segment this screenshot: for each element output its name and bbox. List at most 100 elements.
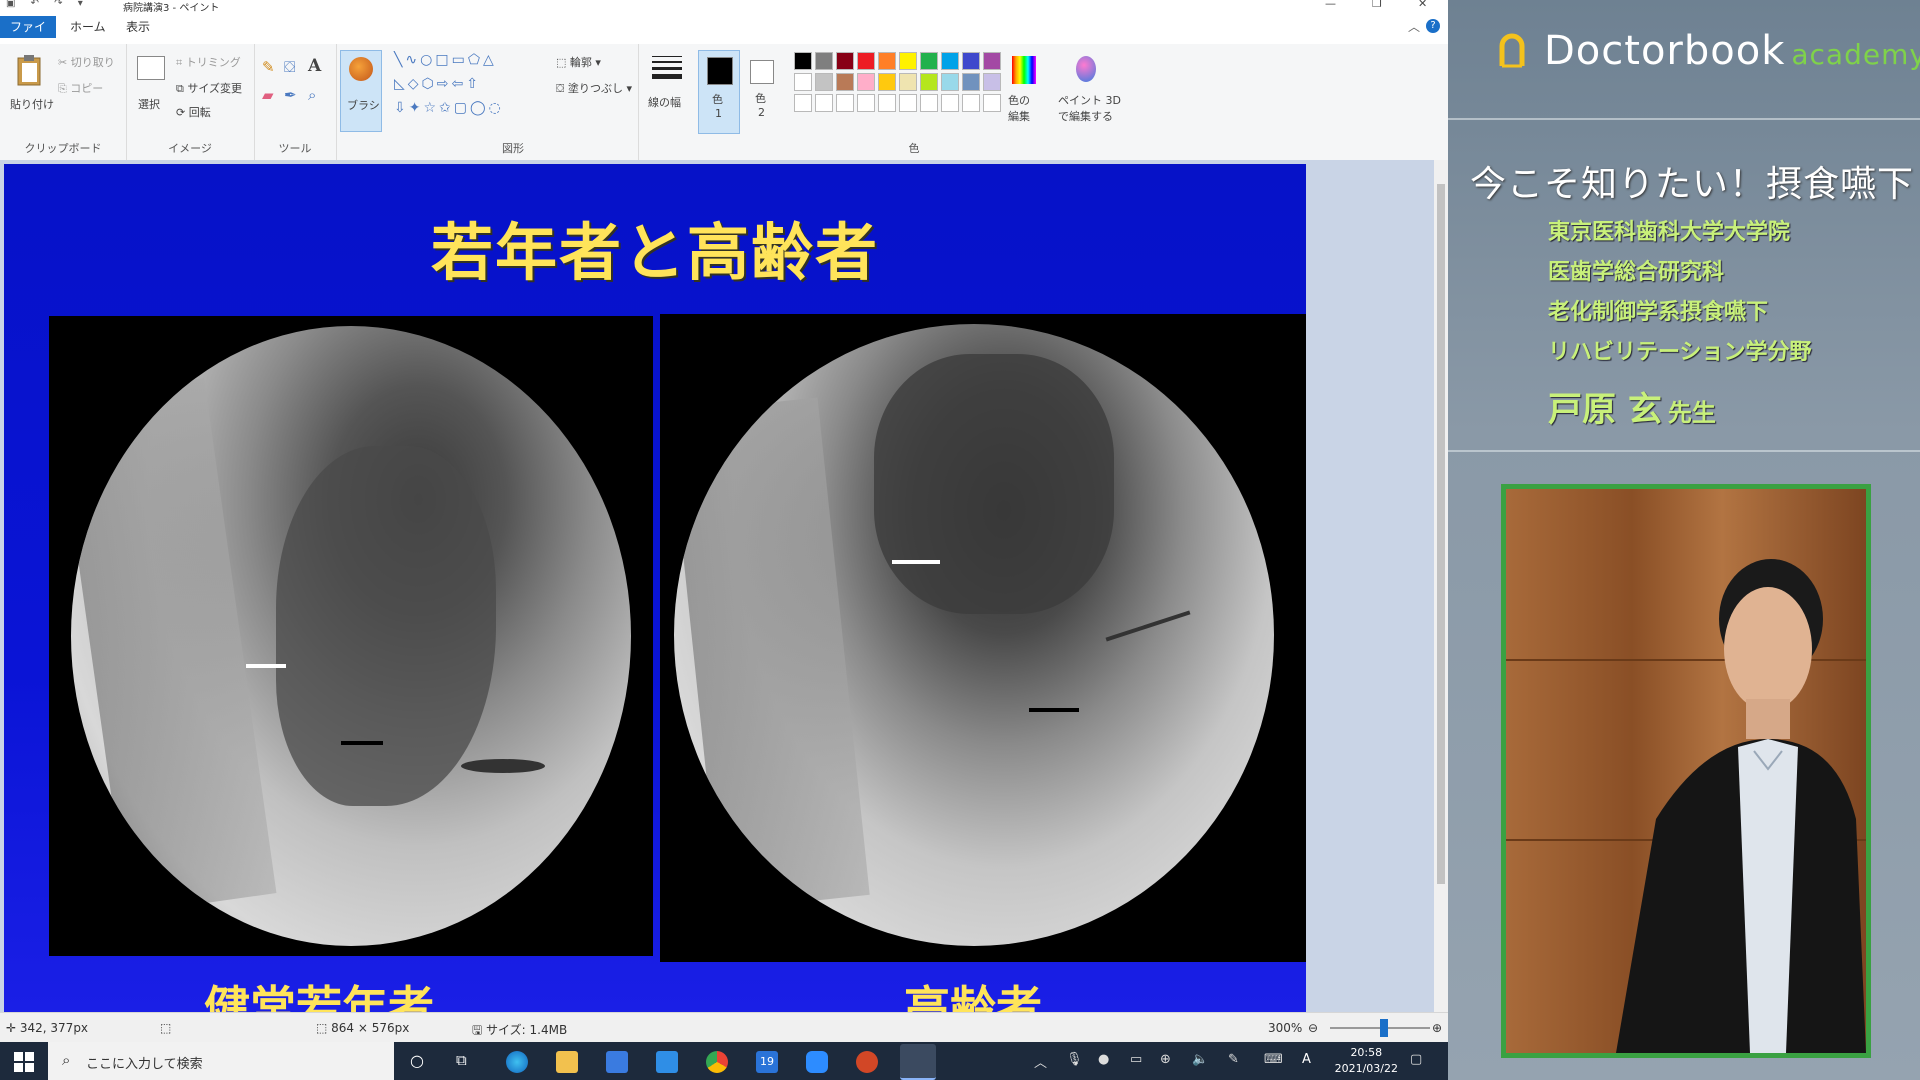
zoom-slider-thumb[interactable] <box>1380 1019 1388 1037</box>
ime-indicator[interactable]: A <box>1302 1052 1311 1067</box>
close-icon[interactable]: ✕ <box>1418 0 1427 10</box>
mic-icon[interactable]: 🎙 <box>1066 1052 1083 1067</box>
palette-swatch[interactable] <box>920 52 938 70</box>
palette-swatch[interactable] <box>899 52 917 70</box>
help-icon[interactable]: ? <box>1426 19 1440 33</box>
magnifier-icon[interactable]: ⌕ <box>308 86 316 104</box>
edit-colors-button[interactable]: 色の 編集 <box>1004 54 1044 134</box>
edit-colors-label-2: 編集 <box>1008 110 1030 123</box>
notification-icon[interactable]: ▢ <box>1410 1052 1422 1067</box>
resize-button[interactable]: ⧉ サイズ変更 <box>176 80 242 96</box>
palette-swatch[interactable] <box>857 52 875 70</box>
color2-label: 色 <box>755 92 766 105</box>
color1-button[interactable]: 色 1 <box>698 50 740 134</box>
palette-swatch[interactable] <box>794 52 812 70</box>
brush-button[interactable]: ブラシ <box>340 50 382 132</box>
network-icon[interactable]: ⊕ <box>1160 1052 1171 1067</box>
palette-swatch[interactable] <box>962 52 980 70</box>
custom-color-slot[interactable] <box>878 94 896 112</box>
scrollbar-thumb[interactable] <box>1437 184 1445 884</box>
palette-swatch[interactable] <box>815 73 833 91</box>
calendar-icon[interactable]: 19 <box>756 1051 778 1073</box>
shapes-gallery-row1[interactable]: ╲∿○□▭⬠△ <box>394 52 497 68</box>
maximize-icon[interactable]: ❐ <box>1372 0 1382 10</box>
security-icon[interactable]: ● <box>1098 1052 1109 1067</box>
windows-start-icon[interactable] <box>14 1052 34 1072</box>
custom-color-slot[interactable] <box>794 94 812 112</box>
powerpoint-icon[interactable] <box>856 1051 878 1073</box>
select-button[interactable]: 選択 <box>134 54 168 124</box>
store-icon[interactable] <box>606 1051 628 1073</box>
fill-button[interactable]: ⛋ 塗りつぶし ▾ <box>556 80 632 96</box>
xray-panel-elderly <box>660 314 1306 962</box>
file-explorer-icon[interactable] <box>556 1051 578 1073</box>
palette-swatch[interactable] <box>878 52 896 70</box>
palette-swatch[interactable] <box>878 73 896 91</box>
palette-swatch[interactable] <box>983 52 1001 70</box>
tab-view[interactable]: 表示 <box>118 16 158 38</box>
paint3d-icon <box>1076 56 1096 82</box>
palette-swatch[interactable] <box>815 52 833 70</box>
palette-swatch[interactable] <box>962 73 980 91</box>
palette-swatch[interactable] <box>983 73 1001 91</box>
palette-swatch[interactable] <box>794 73 812 91</box>
tab-file[interactable]: ファイル <box>0 16 56 56</box>
mail-icon[interactable] <box>656 1051 678 1073</box>
text-tool-icon[interactable]: A <box>308 56 321 76</box>
rotate-button[interactable]: ⟳ 回転 <box>176 104 211 120</box>
custom-color-slot[interactable] <box>857 94 875 112</box>
battery-icon[interactable]: ▭ <box>1130 1052 1142 1067</box>
tab-home[interactable]: ホーム <box>62 16 114 38</box>
zoom-out-icon[interactable]: ⊖ <box>1308 1021 1318 1035</box>
zoom-app-icon[interactable] <box>806 1051 828 1073</box>
eraser-icon[interactable]: ▰ <box>262 86 274 104</box>
cut-button[interactable]: ✂ 切り取り <box>58 54 115 70</box>
color-picker-icon[interactable]: ✒ <box>284 86 297 104</box>
palette-swatch[interactable] <box>836 73 854 91</box>
paste-button[interactable]: 貼り付け <box>8 52 54 124</box>
custom-color-slot[interactable] <box>962 94 980 112</box>
shapes-gallery-row3[interactable]: ⇩✦☆✩▢◯◌ <box>394 100 504 116</box>
crop-button[interactable]: ⌗ トリミング <box>176 54 241 70</box>
zoom-in-icon[interactable]: ⊕ <box>1432 1021 1442 1035</box>
pen-icon[interactable]: ✎ <box>1228 1052 1239 1067</box>
custom-color-slot[interactable] <box>815 94 833 112</box>
edge-icon[interactable] <box>506 1051 528 1073</box>
zoom-slider[interactable] <box>1330 1019 1430 1037</box>
vertical-scrollbar[interactable] <box>1434 160 1448 1012</box>
taskbar-clock[interactable]: 20:58 2021/03/22 <box>1335 1045 1398 1077</box>
canvas-image[interactable]: 若年者と高齢者 健常若年者 高齢者 <box>4 164 1306 1012</box>
palette-swatch[interactable] <box>941 73 959 91</box>
custom-color-slot[interactable] <box>836 94 854 112</box>
minimize-icon[interactable]: — <box>1325 0 1336 10</box>
palette-swatch[interactable] <box>899 73 917 91</box>
palette-swatch[interactable] <box>920 73 938 91</box>
custom-color-slot[interactable] <box>983 94 1001 112</box>
custom-color-slot[interactable] <box>941 94 959 112</box>
palette-swatch[interactable] <box>941 52 959 70</box>
task-view-icon[interactable]: ⧉ <box>456 1051 467 1069</box>
line-width-button[interactable]: 線の幅 <box>648 54 688 130</box>
custom-color-slot[interactable] <box>920 94 938 112</box>
fill-icon[interactable]: ⛋ <box>284 58 295 76</box>
paint3d-button[interactable]: ペイント 3D で編集する <box>1056 54 1121 134</box>
color2-button[interactable]: 色 2 <box>742 50 782 132</box>
taskbar-search-box[interactable]: ⌕ ここに入力して検索 <box>48 1042 394 1080</box>
custom-color-slot[interactable] <box>899 94 917 112</box>
quick-access-toolbar[interactable]: ▣ ↶ ↷ ▾ <box>6 0 89 9</box>
volume-icon[interactable]: 🔈 <box>1192 1052 1208 1067</box>
palette-swatch[interactable] <box>836 52 854 70</box>
shapes-gallery-row2[interactable]: ◺◇⬡⇨⇦⇧ <box>394 76 481 92</box>
pencil-icon[interactable]: ✎ <box>262 58 275 76</box>
copy-button[interactable]: ⎘ コピー <box>58 80 103 96</box>
paint-taskbar-icon[interactable] <box>900 1044 936 1080</box>
keyboard-icon[interactable]: ⌨ <box>1264 1052 1283 1067</box>
caption-elderly: 高齢者 <box>904 981 1042 1012</box>
outline-button[interactable]: ⬚ 輪郭 ▾ <box>556 54 601 70</box>
image-group-label: イメージ <box>168 142 212 155</box>
chrome-icon[interactable] <box>706 1051 728 1073</box>
tray-expand-icon[interactable]: ︿ <box>1034 1052 1047 1071</box>
palette-swatch[interactable] <box>857 73 875 91</box>
cortana-icon[interactable]: ○ <box>410 1051 424 1070</box>
collapse-ribbon-icon[interactable]: ︿ <box>1408 18 1420 35</box>
